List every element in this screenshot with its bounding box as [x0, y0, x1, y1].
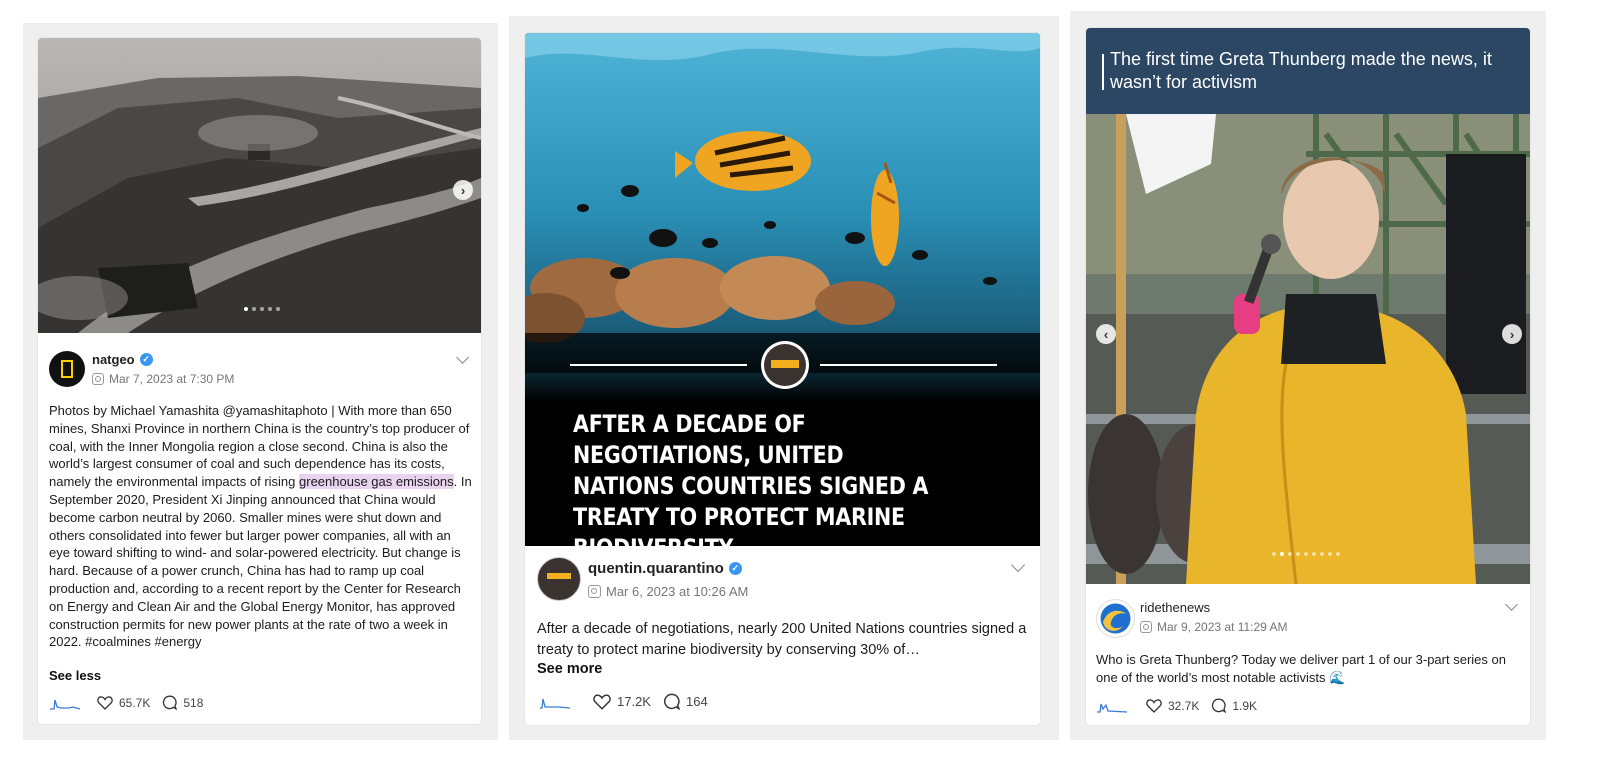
post-date: Mar 9, 2023 at 11:29 AM — [1140, 620, 1288, 634]
see-less-link[interactable]: See less — [49, 667, 101, 685]
post-panel-quentin: AFTER A DECADE OF NEGOTIATIONS, UNITED N… — [509, 16, 1059, 740]
comments-count: 518 — [183, 695, 204, 710]
heart-icon[interactable] — [593, 694, 611, 710]
heart-icon[interactable] — [1146, 698, 1162, 713]
heart-icon[interactable] — [97, 695, 113, 710]
post-image-greta[interactable]: ‹ › — [1086, 114, 1530, 584]
post-card: AFTER A DECADE OF NEGOTIATIONS, UNITED N… — [525, 33, 1040, 725]
chevron-right-icon: › — [1509, 326, 1515, 342]
comments-count: 1.9K — [1232, 698, 1258, 713]
carousel-dot[interactable] — [260, 307, 264, 311]
carousel-dot[interactable] — [268, 307, 272, 311]
instagram-icon — [588, 585, 601, 598]
username[interactable]: quentin.quarantino ✓ — [588, 560, 742, 577]
verified-badge-icon: ✓ — [728, 562, 742, 575]
carousel-prev-button[interactable]: ‹ — [1096, 324, 1116, 344]
likes-count: 65.7K — [119, 695, 151, 710]
post-caption: Who is Greta Thunberg? Today we deliver … — [1096, 652, 1506, 685]
carousel-dot[interactable] — [244, 307, 248, 311]
carousel-next-button[interactable]: › — [1502, 324, 1522, 344]
carousel-dot[interactable] — [1336, 552, 1340, 556]
carousel-dot[interactable] — [276, 307, 280, 311]
post-date: Mar 7, 2023 at 7:30 PM — [92, 372, 234, 386]
carousel-dot[interactable] — [1320, 552, 1324, 556]
carousel-dot[interactable] — [1328, 552, 1332, 556]
post-card: › natgeo ✓ Mar 7, 2023 at 7:30 PM Photos… — [38, 38, 481, 724]
comment-icon[interactable] — [162, 695, 178, 710]
username[interactable]: natgeo ✓ — [92, 352, 153, 367]
avatar[interactable] — [537, 557, 581, 601]
avatar[interactable] — [49, 351, 85, 387]
post-image-coal-mine[interactable]: › — [38, 38, 481, 333]
avatar-glasses-icon — [547, 573, 571, 579]
engagement-stats: 32.7K 1.9K — [1096, 698, 1257, 713]
avatar[interactable] — [1096, 599, 1135, 638]
chevron-left-icon: ‹ — [1103, 326, 1109, 342]
banner-title: The first time Greta Thunberg made the n… — [1110, 49, 1492, 92]
carousel-next-button[interactable]: › — [453, 180, 473, 200]
likes-count: 17.2K — [617, 694, 651, 709]
carousel-dot[interactable] — [1296, 552, 1300, 556]
highlighted-text: greenhouse gas emissions — [299, 474, 454, 490]
instagram-icon — [1140, 621, 1152, 633]
see-more-link[interactable]: See more — [537, 661, 602, 679]
chevron-down-icon[interactable] — [1010, 557, 1026, 573]
natgeo-logo-icon — [61, 360, 73, 378]
carousel-dot[interactable] — [1288, 552, 1292, 556]
post-card: The first time Greta Thunberg made the n… — [1086, 28, 1530, 725]
post-caption: Photos by Michael Yamashita @yamashitaph… — [49, 403, 472, 650]
banner-accent — [1102, 54, 1104, 90]
sparkline-icon — [50, 699, 81, 710]
carousel-dot[interactable] — [252, 307, 256, 311]
carousel-dots — [1272, 552, 1340, 556]
post-panel-ridethenews: The first time Greta Thunberg made the n… — [1070, 11, 1546, 740]
sparkline-icon — [540, 698, 571, 709]
post-headline: AFTER A DECADE OF NEGOTIATIONS, UNITED N… — [573, 410, 929, 546]
verified-badge-icon: ✓ — [139, 353, 153, 366]
carousel-dot[interactable] — [1304, 552, 1308, 556]
carousel-dots — [244, 307, 280, 311]
wave-logo-icon — [1100, 603, 1131, 634]
post-banner: The first time Greta Thunberg made the n… — [1086, 28, 1530, 114]
carousel-dot[interactable] — [1312, 552, 1316, 556]
chevron-down-icon[interactable] — [1505, 598, 1518, 611]
carousel-dot[interactable] — [1280, 552, 1284, 556]
username[interactable]: ridethenews — [1140, 600, 1210, 615]
sparkline-icon — [1097, 703, 1128, 713]
chevron-down-icon[interactable] — [456, 351, 469, 364]
comment-icon[interactable] — [663, 693, 680, 710]
comments-count: 164 — [685, 694, 708, 709]
engagement-stats: 65.7K 518 — [49, 695, 203, 710]
post-image-marine[interactable]: AFTER A DECADE OF NEGOTIATIONS, UNITED N… — [525, 33, 1040, 546]
likes-count: 32.7K — [1168, 698, 1200, 713]
carousel-dot[interactable] — [1272, 552, 1276, 556]
post-panel-natgeo: › natgeo ✓ Mar 7, 2023 at 7:30 PM Photos… — [23, 23, 498, 740]
post-date: Mar 6, 2023 at 10:26 AM — [588, 584, 748, 599]
chevron-right-icon: › — [460, 182, 466, 198]
engagement-stats: 17.2K 164 — [537, 693, 708, 710]
instagram-icon — [92, 373, 104, 385]
post-caption: After a decade of negotiations, nearly 2… — [537, 621, 1027, 658]
comment-icon[interactable] — [1211, 698, 1227, 713]
